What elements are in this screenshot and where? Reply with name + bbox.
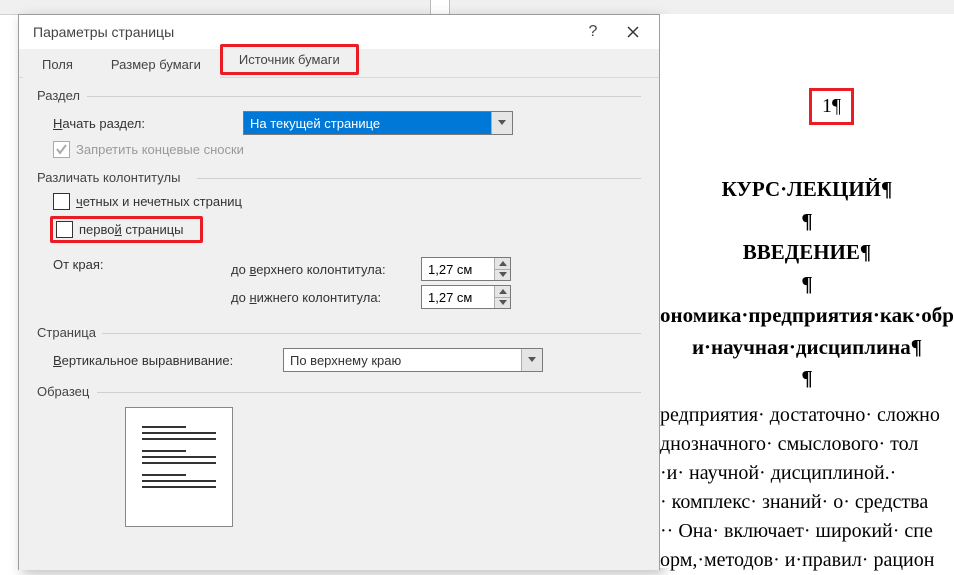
spin-down[interactable] bbox=[495, 270, 510, 281]
odd-even-row: четных и нечетных страниц bbox=[53, 193, 641, 210]
check-icon bbox=[56, 144, 67, 155]
header-distance-row: до верхнего колонтитула: bbox=[231, 257, 511, 281]
doc-line: ·и· научной· дисциплиной.· bbox=[660, 459, 954, 488]
tab-strip: Поля Размер бумаги Источник бумаги bbox=[19, 49, 659, 78]
doc-para-mark: ¶ bbox=[660, 363, 954, 395]
doc-line: орм,·методов· и·правил· рацион bbox=[660, 546, 954, 575]
doc-para-mark: ¶ bbox=[660, 269, 954, 301]
spinner-buttons bbox=[494, 286, 510, 308]
close-button[interactable] bbox=[613, 17, 653, 47]
headers-group-title: Различать колонтитулы bbox=[37, 170, 641, 185]
from-edge-label: От края: bbox=[53, 253, 231, 272]
tab-paper-source[interactable]: Источник бумаги bbox=[220, 44, 359, 75]
preview-group-title: Образец bbox=[37, 384, 641, 399]
footer-distance-input[interactable] bbox=[421, 285, 511, 309]
first-page-label: первой страницы bbox=[79, 222, 184, 237]
from-edge-inputs: до верхнего колонтитула: до нижнего коло… bbox=[231, 253, 511, 313]
dialog-content: Раздел Начать раздел: На текущей страниц… bbox=[19, 78, 659, 570]
section-start-value: На текущей странице bbox=[244, 116, 491, 131]
footer-distance-label: до нижнего колонтитула: bbox=[231, 290, 421, 305]
doc-line: · комплекс· знаний· о· средства bbox=[660, 488, 954, 517]
page-number: 1¶ bbox=[822, 95, 841, 117]
doc-line: редприятия· достаточно· сложно bbox=[660, 401, 954, 430]
spin-up[interactable] bbox=[495, 258, 510, 270]
suppress-endnotes-checkbox bbox=[53, 141, 70, 158]
chevron-up-icon bbox=[499, 289, 507, 294]
preview-thumbnail bbox=[125, 407, 233, 527]
footer-distance-row: до нижнего колонтитула: bbox=[231, 285, 511, 309]
section-start-row: Начать раздел: На текущей странице bbox=[53, 111, 641, 135]
preview-group: Образец bbox=[37, 384, 641, 527]
headers-group: Различать колонтитулы четных и нечетных … bbox=[37, 170, 641, 313]
dialog-title: Параметры страницы bbox=[33, 24, 573, 40]
suppress-endnotes-label: Запретить концевые сноски bbox=[76, 142, 244, 157]
valign-row: Вертикальное выравнивание: По верхнему к… bbox=[53, 348, 641, 372]
suppress-endnotes-row: Запретить концевые сноски bbox=[53, 141, 641, 158]
header-distance-input[interactable] bbox=[421, 257, 511, 281]
valign-label: Вертикальное выравнивание: bbox=[53, 353, 283, 368]
first-page-highlight: первой страницы bbox=[50, 216, 203, 243]
doc-heading-2: ВВЕДЕНИЕ¶ bbox=[660, 237, 954, 269]
chevron-up-icon bbox=[499, 261, 507, 266]
tab-margins[interactable]: Поля bbox=[23, 50, 92, 78]
document-body: редприятия· достаточно· сложно днозначно… bbox=[660, 401, 954, 575]
footer-distance-field[interactable] bbox=[422, 286, 494, 308]
page-setup-dialog: Параметры страницы ? Поля Размер бумаги … bbox=[18, 14, 660, 570]
document-headings: КУРС·ЛЕКЦИЙ¶ ¶ ВВЕДЕНИЕ¶ ¶ ономика·предп… bbox=[660, 174, 954, 395]
dropdown-button[interactable] bbox=[521, 349, 542, 371]
doc-line: днозначного· смыслового· тол bbox=[660, 430, 954, 459]
first-page-checkbox[interactable] bbox=[56, 221, 73, 238]
help-button[interactable]: ? bbox=[573, 17, 613, 47]
document-page: 1¶ КУРС·ЛЕКЦИЙ¶ ¶ ВВЕДЕНИЕ¶ ¶ ономика·пр… bbox=[660, 14, 954, 568]
header-distance-field[interactable] bbox=[422, 258, 494, 280]
doc-heading-3b: и·научная·дисциплина¶ bbox=[660, 332, 954, 364]
doc-line: ·· Она· включает· широкий· спе bbox=[660, 517, 954, 546]
doc-heading-1: КУРС·ЛЕКЦИЙ¶ bbox=[660, 174, 954, 206]
spinner-buttons bbox=[494, 258, 510, 280]
section-group-title: Раздел bbox=[37, 88, 641, 103]
section-group: Раздел Начать раздел: На текущей страниц… bbox=[37, 88, 641, 158]
section-start-label: Начать раздел: bbox=[53, 116, 243, 131]
doc-heading-3a: ономика·предприятия·как·обр bbox=[660, 300, 954, 332]
chevron-down-icon bbox=[498, 120, 506, 126]
odd-even-checkbox[interactable] bbox=[53, 193, 70, 210]
app-toolbar-area bbox=[0, 0, 954, 15]
chevron-down-icon bbox=[499, 300, 507, 305]
spin-up[interactable] bbox=[495, 286, 510, 298]
page-group: Страница Вертикальное выравнивание: По в… bbox=[37, 325, 641, 372]
page-number-highlight: 1¶ bbox=[809, 88, 854, 125]
header-distance-label: до верхнего колонтитула: bbox=[231, 262, 421, 277]
from-edge-row: От края: до верхнего колонтитула: bbox=[53, 253, 641, 313]
dropdown-button[interactable] bbox=[491, 112, 512, 134]
section-start-select[interactable]: На текущей странице bbox=[243, 111, 513, 135]
chevron-down-icon bbox=[528, 357, 536, 363]
valign-value: По верхнему краю bbox=[284, 353, 521, 368]
doc-para-mark: ¶ bbox=[660, 206, 954, 238]
tab-paper-size[interactable]: Размер бумаги bbox=[92, 50, 220, 78]
valign-select[interactable]: По верхнему краю bbox=[283, 348, 543, 372]
close-icon bbox=[627, 26, 639, 38]
odd-even-label: четных и нечетных страниц bbox=[76, 194, 242, 209]
chevron-down-icon bbox=[499, 272, 507, 277]
spin-down[interactable] bbox=[495, 298, 510, 309]
page-group-title: Страница bbox=[37, 325, 641, 340]
